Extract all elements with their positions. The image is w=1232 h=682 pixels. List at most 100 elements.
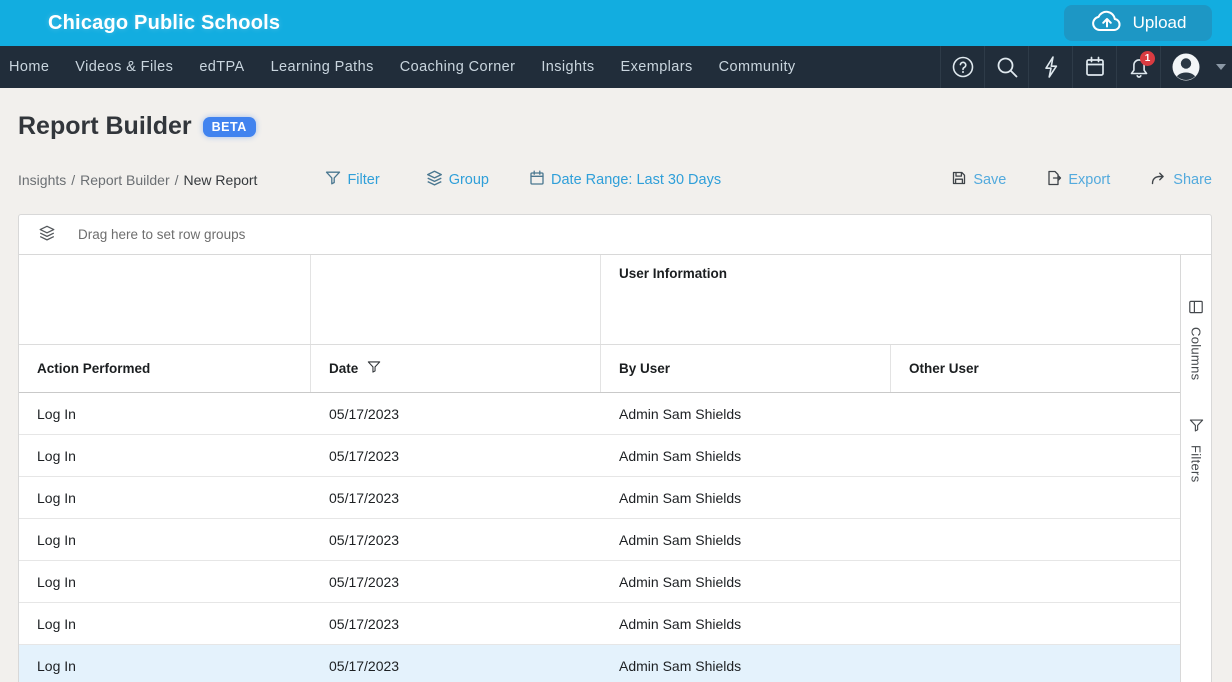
nav-item-insights[interactable]: Insights (528, 46, 607, 88)
side-tab-filters[interactable]: Filters (1189, 418, 1204, 483)
group-header-row: User Information (19, 255, 1182, 345)
chevron-down-icon (1216, 64, 1226, 70)
account-menu-caret[interactable] (1210, 46, 1232, 88)
table-row[interactable]: Log In05/17/2023Admin Sam Shields (19, 477, 1182, 519)
table-cell-by_user: Admin Sam Shields (601, 561, 891, 602)
table-cell-date: 05/17/2023 (311, 603, 601, 644)
table-row[interactable]: Log In05/17/2023Admin Sam Shields (19, 561, 1182, 603)
grid-columns-area: User Information Action Performed Date B… (19, 255, 1182, 682)
activity-button[interactable] (1028, 46, 1072, 88)
table-cell-action: Log In (19, 645, 311, 682)
share-arrow-icon (1150, 170, 1167, 190)
calendar-icon (1083, 55, 1107, 79)
funnel-icon (1189, 418, 1204, 438)
calendar-button[interactable] (1072, 46, 1116, 88)
columns-icon (1188, 299, 1204, 320)
nav-item-edtpa[interactable]: edTPA (186, 46, 257, 88)
table-cell-by_user: Admin Sam Shields (601, 435, 891, 476)
account-menu-button[interactable] (1160, 46, 1210, 88)
column-filter-icon[interactable] (367, 360, 381, 377)
column-header-date[interactable]: Date (311, 345, 601, 392)
filter-label: Filter (347, 172, 379, 188)
table-cell-action: Log In (19, 393, 311, 434)
breadcrumb-insights[interactable]: Insights (18, 172, 66, 188)
table-row[interactable]: Log In05/17/2023Admin Sam Shields (19, 393, 1182, 435)
user-avatar-icon (1170, 51, 1202, 83)
save-label: Save (973, 172, 1006, 188)
notifications-button[interactable]: 1 (1116, 46, 1160, 88)
date-range-button[interactable]: Date Range: Last 30 Days (529, 170, 721, 190)
table-cell-other_user (891, 477, 1182, 518)
column-header-other-user[interactable]: Other User (891, 345, 1182, 392)
table-cell-date: 05/17/2023 (311, 435, 601, 476)
breadcrumb-separator: / (66, 172, 80, 188)
filter-button[interactable]: Filter (325, 170, 379, 190)
table-cell-by_user: Admin Sam Shields (601, 519, 891, 560)
table-cell-other_user (891, 561, 1182, 602)
table-cell-action: Log In (19, 519, 311, 560)
export-icon (1046, 170, 1062, 190)
grid-body: Log In05/17/2023Admin Sam ShieldsLog In0… (19, 393, 1182, 682)
page-heading: Report Builder BETA (18, 112, 256, 141)
side-tab-filters-label: Filters (1189, 445, 1204, 483)
row-group-drop-zone[interactable]: Drag here to set row groups (19, 215, 1211, 255)
help-icon (951, 55, 975, 79)
table-cell-action: Log In (19, 435, 311, 476)
nav-item-home[interactable]: Home (0, 46, 62, 88)
lightning-bolt-icon (1040, 55, 1062, 79)
beta-badge: BETA (203, 117, 256, 137)
grid-side-bar: Columns Filters (1180, 255, 1211, 682)
side-tab-columns-label: Columns (1189, 327, 1204, 380)
row-group-hint-text: Drag here to set row groups (78, 227, 245, 242)
table-row[interactable]: Log In05/17/2023Admin Sam Shields (19, 603, 1182, 645)
table-row[interactable]: Log In05/17/2023Admin Sam Shields (19, 645, 1182, 682)
breadcrumb-report-builder[interactable]: Report Builder (80, 172, 170, 188)
column-header-row: Action Performed Date By User Other User (19, 345, 1182, 393)
share-button[interactable]: Share (1150, 170, 1212, 190)
main-navbar: Home Videos & Files edTPA Learning Paths… (0, 46, 1232, 88)
upload-button-label: Upload (1133, 13, 1187, 33)
help-button[interactable] (940, 46, 984, 88)
funnel-icon (325, 170, 341, 190)
table-cell-other_user (891, 603, 1182, 644)
top-app-bar: Chicago Public Schools Upload (0, 0, 1232, 46)
nav-item-community[interactable]: Community (706, 46, 809, 88)
nav-item-coaching-corner[interactable]: Coaching Corner (387, 46, 529, 88)
save-button[interactable]: Save (951, 170, 1006, 190)
group-header-empty (19, 255, 311, 344)
table-cell-date: 05/17/2023 (311, 561, 601, 602)
group-button[interactable]: Group (426, 170, 489, 191)
table-row[interactable]: Log In05/17/2023Admin Sam Shields (19, 435, 1182, 477)
save-icon (951, 170, 967, 190)
group-header-user-information[interactable]: User Information (601, 255, 1182, 344)
table-cell-by_user: Admin Sam Shields (601, 393, 891, 434)
table-cell-other_user (891, 519, 1182, 560)
calendar-icon (529, 170, 545, 190)
table-cell-date: 05/17/2023 (311, 645, 601, 682)
table-cell-by_user: Admin Sam Shields (601, 477, 891, 518)
breadcrumb-separator: / (170, 172, 184, 188)
report-grid-panel: Drag here to set row groups User Informa… (18, 214, 1212, 682)
date-range-label: Date Range: Last 30 Days (551, 172, 721, 188)
export-label: Export (1068, 172, 1110, 188)
side-tab-columns[interactable]: Columns (1188, 299, 1204, 380)
column-header-label: Action Performed (37, 361, 150, 376)
table-cell-action: Log In (19, 603, 311, 644)
search-button[interactable] (984, 46, 1028, 88)
nav-icon-group: 1 (940, 46, 1232, 88)
nav-item-videos-files[interactable]: Videos & Files (62, 46, 186, 88)
breadcrumb: Insights/Report Builder/New Report (18, 172, 257, 188)
notification-count-badge: 1 (1140, 51, 1155, 66)
table-cell-other_user (891, 435, 1182, 476)
table-row[interactable]: Log In05/17/2023Admin Sam Shields (19, 519, 1182, 561)
brand-title: Chicago Public Schools (0, 12, 280, 35)
table-cell-date: 05/17/2023 (311, 519, 601, 560)
upload-button[interactable]: Upload (1064, 5, 1212, 41)
column-header-by-user[interactable]: By User (601, 345, 891, 392)
column-header-action-performed[interactable]: Action Performed (19, 345, 311, 392)
nav-item-exemplars[interactable]: Exemplars (608, 46, 706, 88)
group-label: Group (449, 172, 489, 188)
grid-area: User Information Action Performed Date B… (19, 255, 1211, 682)
export-button[interactable]: Export (1046, 170, 1110, 190)
nav-item-learning-paths[interactable]: Learning Paths (258, 46, 387, 88)
